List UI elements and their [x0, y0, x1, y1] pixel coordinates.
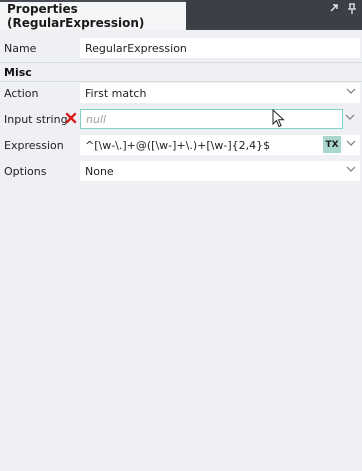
- chevron-down-icon[interactable]: [346, 164, 356, 174]
- property-row-input-string: Input string null: [0, 108, 362, 130]
- input-string-placeholder: null: [86, 112, 107, 126]
- panel-titlebar: Properties (RegularExpression): [0, 0, 362, 30]
- property-row-action: Action First match: [0, 82, 362, 104]
- pin-icon[interactable]: [346, 3, 358, 18]
- options-label: Options: [4, 164, 47, 178]
- properties-panel: Name RegularExpression Misc Action First…: [0, 30, 362, 471]
- property-row-options: Options None: [0, 160, 362, 182]
- panel-title: Properties (RegularExpression): [7, 2, 145, 30]
- expression-value: ^[\w-\.]+@([\w-]+\.)+[\w-]{2,4}$: [85, 138, 271, 152]
- name-value: RegularExpression: [85, 41, 187, 55]
- titlebar-icons: [328, 3, 358, 18]
- action-label: Action: [4, 86, 39, 100]
- chevron-down-icon[interactable]: [346, 138, 356, 148]
- error-x-icon: [65, 112, 77, 124]
- property-row-name: Name RegularExpression: [0, 37, 362, 59]
- expression-field[interactable]: ^[\w-\.]+@([\w-]+\.)+[\w-]{2,4}$ TX: [80, 135, 360, 155]
- options-dropdown[interactable]: None: [80, 161, 360, 181]
- name-field[interactable]: RegularExpression: [80, 38, 360, 58]
- action-value: First match: [85, 86, 147, 100]
- property-row-expression: Expression ^[\w-\.]+@([\w-]+\.)+[\w-]{2,…: [0, 134, 362, 156]
- tx-badge[interactable]: TX: [323, 136, 341, 153]
- panel-title-tab[interactable]: Properties (RegularExpression): [0, 0, 186, 30]
- chevron-down-icon[interactable]: [346, 86, 356, 96]
- input-string-field[interactable]: null: [80, 109, 343, 129]
- input-string-label: Input string: [4, 112, 68, 126]
- options-value: None: [85, 164, 114, 178]
- category-misc[interactable]: Misc: [4, 66, 32, 79]
- chevron-down-icon[interactable]: [345, 112, 357, 124]
- expression-label: Expression: [4, 138, 64, 152]
- name-label: Name: [4, 41, 37, 55]
- mouse-cursor-icon: [272, 108, 286, 129]
- divider: [0, 62, 362, 63]
- action-dropdown[interactable]: First match: [80, 83, 360, 103]
- float-icon[interactable]: [328, 3, 340, 18]
